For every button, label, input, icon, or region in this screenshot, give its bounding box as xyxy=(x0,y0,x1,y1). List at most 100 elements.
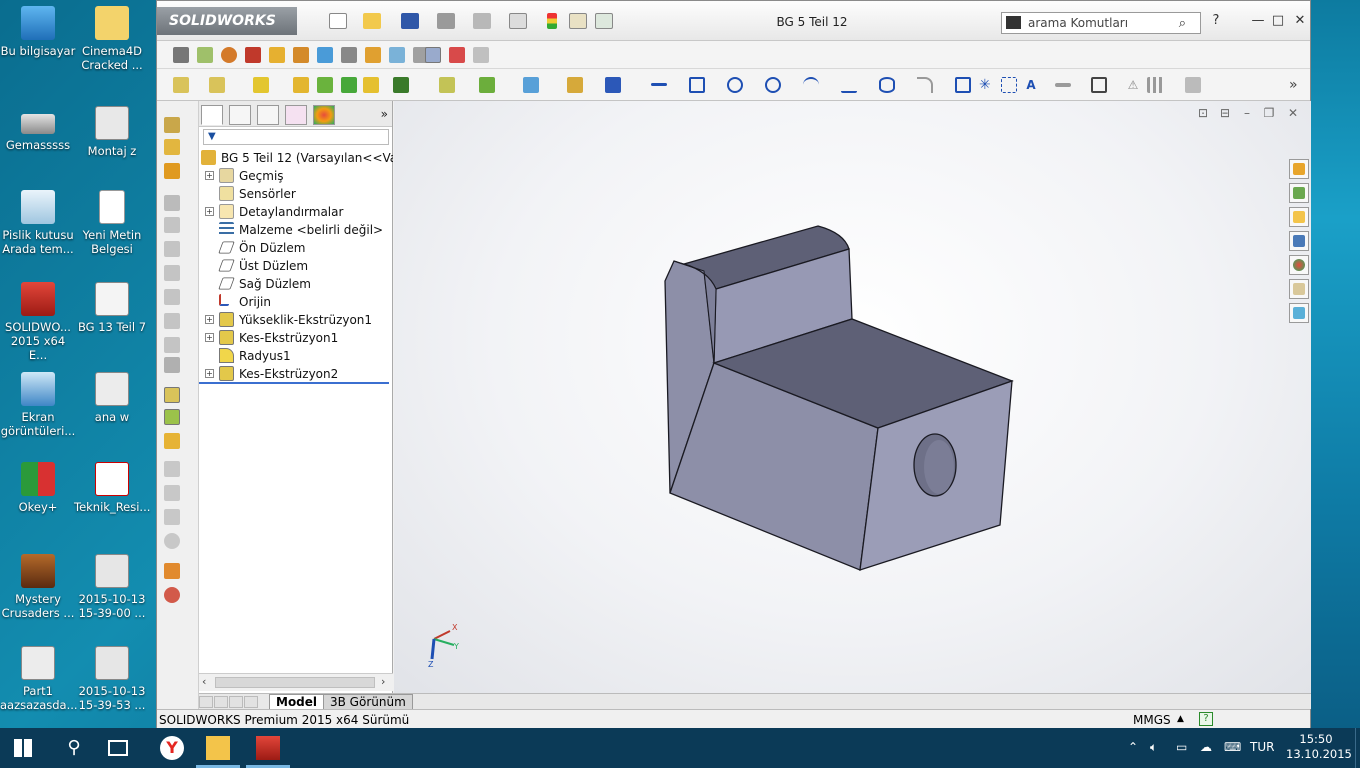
windows-start-icon[interactable] xyxy=(14,739,32,757)
tab-dimxpert[interactable] xyxy=(285,105,307,125)
show-hidden-icons-icon[interactable]: ⌃ xyxy=(1128,740,1138,754)
desktop-icon-gemasssss[interactable]: Gemasssss xyxy=(0,100,76,152)
vertex-icon[interactable] xyxy=(164,241,180,257)
tab-model[interactable]: Model xyxy=(269,694,325,710)
mirror-icon[interactable] xyxy=(1091,77,1107,93)
horizontal-scrollbar[interactable]: ‹ › xyxy=(199,673,393,691)
mates-icon[interactable] xyxy=(197,47,213,63)
sketch-fillet-icon[interactable] xyxy=(917,77,933,93)
hide-show-icon[interactable] xyxy=(164,289,180,305)
part-model[interactable]: X Y Z xyxy=(394,101,1311,693)
display-mode-icon[interactable] xyxy=(164,313,180,329)
line-icon[interactable] xyxy=(651,83,667,86)
viewport-minimize-icon[interactable]: – xyxy=(1240,106,1254,120)
desktop-icon-text-doc[interactable]: Yeni Metin Belgesi xyxy=(74,184,150,256)
warning-icon[interactable]: ⚠ xyxy=(1125,77,1141,93)
smart-dimension-icon[interactable] xyxy=(605,77,621,93)
viewport-close-icon[interactable]: ✕ xyxy=(1286,106,1300,120)
desktop-icon-recycle-bin[interactable]: Pislik kutusu Arada tem... xyxy=(0,184,76,256)
desktop-icon-teknik-resim[interactable]: Teknik_Resi... xyxy=(74,456,150,514)
tab-display-manager[interactable] xyxy=(313,105,335,125)
clock[interactable]: 15:50 13.10.2015 xyxy=(1286,732,1352,762)
desktop-icon-solidworks[interactable]: SOLIDWO... 2015 x64 E... xyxy=(0,276,76,362)
sketch-text-icon[interactable] xyxy=(1001,77,1017,93)
show-desktop-button[interactable] xyxy=(1355,728,1360,768)
file-explorer-icon[interactable] xyxy=(206,736,230,760)
trim-icon[interactable] xyxy=(1055,83,1071,87)
task-view-icon[interactable] xyxy=(108,740,128,756)
tools-icon[interactable] xyxy=(473,47,489,63)
options-icon[interactable] xyxy=(595,13,613,29)
desktop-icon-screenshots[interactable]: Ekran görüntüleri... xyxy=(0,366,76,438)
desktop-icon-this-pc[interactable]: Bu bilgisayar xyxy=(0,0,76,58)
measure-icon[interactable] xyxy=(365,47,381,63)
material-icon[interactable] xyxy=(164,563,180,579)
display-icon[interactable] xyxy=(425,47,441,63)
expand-icon[interactable]: + xyxy=(205,207,214,216)
search-icon[interactable]: ⌕ xyxy=(1179,16,1186,31)
task-pane-file-explorer[interactable] xyxy=(1289,231,1309,251)
select-pointer-icon[interactable] xyxy=(509,13,527,29)
desktop-icon-ana-w[interactable]: ana w xyxy=(74,366,150,424)
extrude-cut-icon[interactable] xyxy=(209,77,225,93)
face-icon[interactable] xyxy=(164,195,180,211)
task-pane-appearances[interactable] xyxy=(1289,255,1309,275)
reference-geometry-icon[interactable] xyxy=(439,77,455,93)
desktop-icon-part1[interactable]: Part1 aazsazasda... xyxy=(0,640,78,712)
move-down-icon[interactable] xyxy=(164,485,180,501)
spline-icon[interactable] xyxy=(841,77,857,93)
expand-panel-icon[interactable]: » xyxy=(381,107,388,121)
expand-icon[interactable]: + xyxy=(205,171,214,180)
sweep-icon[interactable] xyxy=(317,77,333,93)
status-units[interactable]: MMGS xyxy=(1133,713,1171,727)
text-icon[interactable]: A xyxy=(1023,77,1039,93)
sketch-icon[interactable] xyxy=(567,77,583,93)
shell-icon[interactable] xyxy=(363,77,379,93)
curves-icon[interactable] xyxy=(479,77,495,93)
chart-icon[interactable] xyxy=(293,47,309,63)
undo-icon[interactable] xyxy=(473,13,491,29)
tab-navigation[interactable] xyxy=(199,696,265,708)
desktop-icon-video-1[interactable]: 2015-10-13 15-39-00 ... xyxy=(74,548,150,620)
maximize-icon[interactable]: □ xyxy=(1271,13,1285,28)
layer-icon[interactable] xyxy=(164,509,180,525)
tree-root-part[interactable]: BG 5 Teil 12 (Varsayılan<<Varsa xyxy=(201,149,393,167)
extrude-shortcut-icon[interactable] xyxy=(164,387,180,403)
search-icon[interactable]: ⚲ xyxy=(62,736,86,760)
arc-icon[interactable] xyxy=(803,77,819,93)
volume-icon[interactable]: 🔈︎ xyxy=(1150,740,1157,755)
revolve-icon[interactable] xyxy=(293,77,309,93)
expand-icon[interactable]: + xyxy=(205,369,214,378)
tab-property-manager[interactable] xyxy=(229,105,251,125)
scroll-left-icon[interactable]: ‹ xyxy=(202,675,206,688)
zoom-fit-icon[interactable] xyxy=(164,139,180,155)
file-properties-icon[interactable] xyxy=(569,13,587,29)
solidworks-taskbar-icon[interactable] xyxy=(256,736,280,760)
edge-icon[interactable] xyxy=(164,217,180,233)
viewport-split-icon[interactable]: ⊡ xyxy=(1196,106,1210,120)
task-pane-design-library[interactable] xyxy=(1289,207,1309,227)
viewport-link-icon[interactable]: ⊟ xyxy=(1218,106,1232,120)
solidworks-logo[interactable]: SOLIDWORKS xyxy=(157,7,297,35)
cut-shortcut-icon[interactable] xyxy=(164,409,180,425)
reject-icon[interactable] xyxy=(164,533,180,549)
ellipse-icon[interactable] xyxy=(879,77,895,93)
expand-icon[interactable]: + xyxy=(205,315,214,324)
move-up-icon[interactable] xyxy=(164,461,180,477)
grid-icon[interactable] xyxy=(164,433,180,449)
polygon-icon[interactable] xyxy=(955,77,971,93)
view-orientation-icon[interactable] xyxy=(164,117,180,133)
open-folder-icon[interactable] xyxy=(363,13,381,29)
fillet-icon[interactable] xyxy=(253,77,269,93)
scroll-right-icon[interactable]: › xyxy=(381,675,385,688)
scene-icon[interactable] xyxy=(164,357,180,373)
instant3d-icon[interactable] xyxy=(523,77,539,93)
scroll-thumb[interactable] xyxy=(215,677,375,688)
toolbox-icon[interactable] xyxy=(341,47,357,63)
section-icon[interactable] xyxy=(245,47,261,63)
yandex-browser-icon[interactable]: Y xyxy=(160,736,184,760)
slot-icon[interactable] xyxy=(727,77,743,93)
render-icon[interactable] xyxy=(449,47,465,63)
network-icon[interactable]: ▭ xyxy=(1176,740,1187,754)
part-icon[interactable] xyxy=(173,47,189,63)
